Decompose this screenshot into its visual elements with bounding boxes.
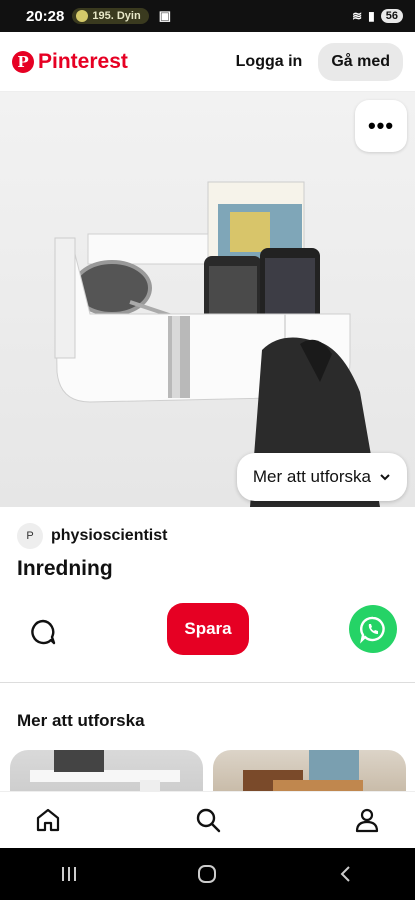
bottom-nav xyxy=(0,791,415,848)
author-row[interactable]: P physioscientist xyxy=(17,523,167,549)
spotify-icon xyxy=(76,10,89,22)
login-button[interactable]: Logga in xyxy=(230,43,309,81)
more-icon: ••• xyxy=(367,113,395,138)
comment-button[interactable] xyxy=(26,615,60,649)
pinterest-logo[interactable]: P Pinterest xyxy=(12,50,128,74)
pin-image[interactable]: ••• Mer att utforska xyxy=(0,92,415,507)
app-header: P Pinterest Logga in Gå med xyxy=(0,32,415,92)
pin-info: P physioscientist Inredning Spara xyxy=(0,507,415,682)
system-nav xyxy=(0,848,415,900)
nav-search[interactable] xyxy=(190,802,226,838)
pin-title: Inredning xyxy=(17,557,113,580)
pinterest-logo-icon: P xyxy=(12,50,34,73)
media-indicator: 195. Dyin xyxy=(72,8,149,24)
more-options-button[interactable]: ••• xyxy=(355,100,407,152)
whatsapp-icon xyxy=(360,616,385,644)
profile-icon xyxy=(355,808,379,833)
back-button[interactable] xyxy=(326,854,366,894)
status-time: 20:28 xyxy=(26,7,65,25)
author-name[interactable]: physioscientist xyxy=(51,527,167,545)
recents-button[interactable] xyxy=(49,854,89,894)
thumbnail-image xyxy=(30,750,180,791)
status-bar: 20:28 195. Dyin ▣ ≋ ▮ 56 xyxy=(0,0,415,32)
thumbnail-image xyxy=(243,750,363,791)
wifi-icon: ≋ xyxy=(352,9,363,23)
explore-heading: Mer att utforska xyxy=(17,711,145,730)
join-button[interactable]: Gå med xyxy=(318,42,403,81)
nav-home[interactable] xyxy=(30,802,66,838)
recents-icon xyxy=(62,867,77,881)
home-icon xyxy=(36,808,60,832)
whatsapp-share-button[interactable] xyxy=(349,605,397,653)
avatar[interactable]: P xyxy=(17,523,43,549)
search-icon xyxy=(196,808,220,833)
battery-indicator: 56 xyxy=(380,9,403,23)
nav-profile[interactable] xyxy=(349,802,385,838)
chevron-down-icon xyxy=(380,474,390,481)
save-button[interactable]: Spara xyxy=(167,603,249,655)
home-system-button[interactable] xyxy=(187,854,227,894)
comment-icon xyxy=(31,619,56,645)
explore-more-label: Mer att utforska xyxy=(252,467,371,486)
explore-more-button[interactable]: Mer att utforska xyxy=(236,453,407,501)
back-icon xyxy=(340,866,350,882)
explore-pin-thumbnail[interactable] xyxy=(10,750,203,791)
signal-icon: ▮ xyxy=(368,9,375,23)
brand-name: Pinterest xyxy=(38,49,128,73)
explore-section: Mer att utforska xyxy=(0,683,415,791)
screen-record-icon: ▣ xyxy=(158,8,171,23)
media-text: 195. Dyin xyxy=(92,10,141,22)
explore-pin-thumbnail[interactable] xyxy=(213,750,406,791)
pin-photo xyxy=(54,181,380,507)
home-circle-icon xyxy=(198,865,217,883)
